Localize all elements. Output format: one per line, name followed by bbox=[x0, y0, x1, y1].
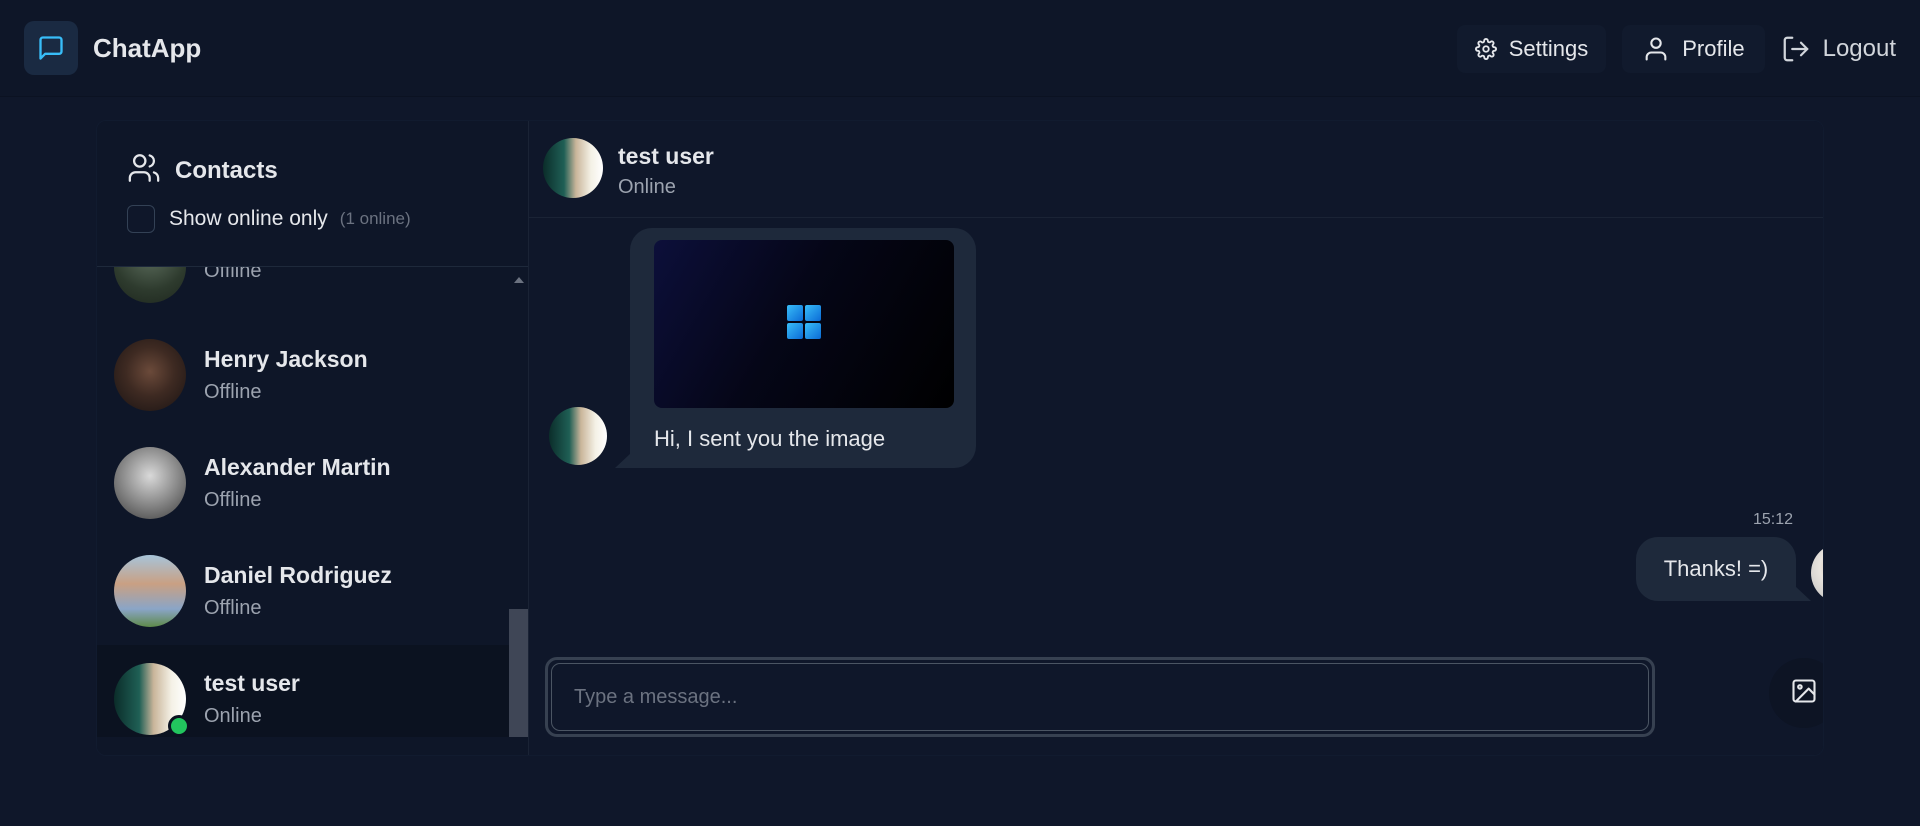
contacts-title: Contacts bbox=[175, 156, 278, 184]
avatar bbox=[1811, 543, 1823, 603]
image-icon bbox=[1790, 677, 1818, 710]
avatar bbox=[114, 555, 186, 627]
online-count: (1 online) bbox=[339, 209, 411, 228]
settings-button[interactable]: Settings bbox=[1456, 25, 1607, 73]
message-input-wrapper bbox=[551, 663, 1649, 731]
message-time: 15:12 bbox=[1753, 511, 1794, 528]
message-square-icon bbox=[24, 21, 78, 75]
top-nav: Settings Profile Logout bbox=[1456, 25, 1920, 73]
profile-button[interactable]: Profile bbox=[1622, 25, 1765, 73]
user-icon bbox=[1642, 35, 1670, 63]
gear-icon bbox=[1474, 38, 1497, 60]
avatar bbox=[114, 267, 186, 303]
message-list: Hi, I sent you the image 15:12 Thanks! =… bbox=[529, 219, 1823, 637]
avatar bbox=[114, 447, 186, 519]
contact-item[interactable]: Henry Jackson Offline bbox=[97, 321, 509, 429]
contact-status: Offline bbox=[204, 381, 262, 403]
avatar bbox=[549, 407, 607, 465]
chat-header: test user Online bbox=[529, 121, 1823, 218]
contact-status: Offline bbox=[204, 489, 262, 511]
brand[interactable]: ChatApp bbox=[24, 21, 201, 75]
message-bubble-incoming: Hi, I sent you the image bbox=[630, 228, 976, 468]
avatar bbox=[543, 138, 603, 198]
contact-name: Alexander Martin bbox=[204, 454, 391, 480]
attach-image-button[interactable] bbox=[1769, 658, 1823, 728]
show-online-label[interactable]: Show online only bbox=[169, 207, 328, 231]
users-icon bbox=[127, 151, 161, 190]
contacts-sidebar: Contacts Show online only (1 online) Off… bbox=[97, 121, 529, 755]
contact-name: test user bbox=[204, 670, 300, 696]
log-out-icon bbox=[1781, 34, 1811, 64]
online-filter: Show online only (1 online) bbox=[127, 205, 411, 233]
bubble-tail bbox=[1795, 586, 1811, 601]
message-text: Hi, I sent you the image bbox=[654, 426, 886, 451]
logout-label: Logout bbox=[1822, 35, 1896, 62]
message-text: Thanks! =) bbox=[1663, 556, 1769, 581]
chat-panel: test user Online Hi, I sent you the imag… bbox=[529, 121, 1823, 755]
message-bubble-outgoing: Thanks! =) bbox=[1636, 537, 1796, 601]
avatar bbox=[114, 339, 186, 411]
contact-item[interactable]: Offline bbox=[97, 267, 509, 321]
contact-name: Henry Jackson bbox=[204, 346, 368, 372]
profile-label: Profile bbox=[1682, 36, 1745, 61]
chat-card: Contacts Show online only (1 online) Off… bbox=[96, 120, 1824, 756]
chat-contact-name: test user bbox=[618, 143, 714, 169]
contact-name: Daniel Rodriguez bbox=[204, 562, 392, 588]
scroll-up-arrow[interactable] bbox=[514, 277, 524, 283]
avatar bbox=[114, 663, 190, 737]
app-title: ChatApp bbox=[93, 32, 202, 63]
contact-item[interactable]: Alexander Martin Offline bbox=[97, 429, 509, 537]
contact-item-active[interactable]: test user Online bbox=[97, 645, 509, 737]
contact-status: Online bbox=[204, 705, 262, 727]
contact-list: Offline Henry Jackson Offline Alexander … bbox=[97, 267, 509, 737]
logout-button[interactable]: Logout bbox=[1781, 25, 1920, 73]
message-input[interactable] bbox=[574, 685, 1634, 709]
contact-status: Offline bbox=[204, 267, 262, 282]
bubble-tail bbox=[615, 453, 631, 468]
contacts-header: Contacts bbox=[127, 151, 278, 190]
message-composer bbox=[545, 657, 1655, 737]
contacts-scrollbar-thumb[interactable] bbox=[509, 609, 528, 737]
chat-contact-status: Online bbox=[618, 176, 676, 198]
windows-logo-icon bbox=[787, 304, 821, 344]
show-online-checkbox[interactable] bbox=[127, 205, 155, 233]
top-bar: ChatApp Settings Profile Logout bbox=[0, 0, 1920, 97]
settings-label: Settings bbox=[1508, 36, 1589, 61]
contact-item[interactable]: Daniel Rodriguez Offline bbox=[97, 537, 509, 645]
online-indicator bbox=[168, 715, 190, 737]
image-attachment[interactable] bbox=[654, 240, 954, 408]
contact-status: Offline bbox=[204, 597, 262, 619]
